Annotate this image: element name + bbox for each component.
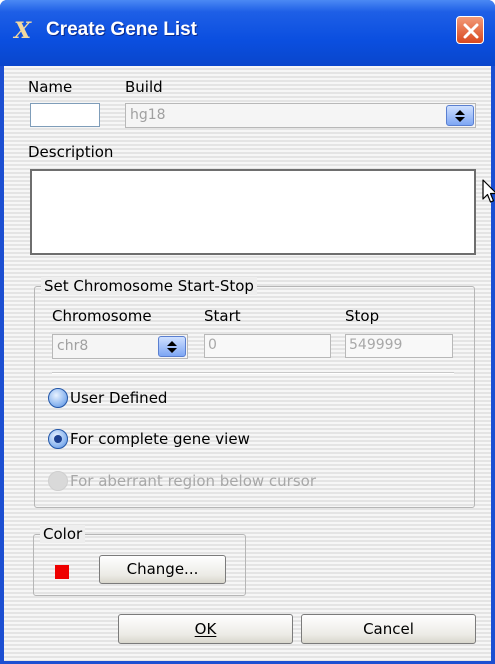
aberrant-region-label: For aberrant region below cursor: [70, 472, 316, 490]
description-textarea[interactable]: [30, 169, 476, 255]
cancel-button[interactable]: Cancel: [301, 614, 476, 644]
change-color-button[interactable]: Change...: [99, 555, 226, 584]
window-title: Create Gene List: [46, 19, 197, 40]
aberrant-region-radio: [48, 471, 68, 491]
name-label: Name: [28, 78, 73, 96]
chromosome-select[interactable]: chr8: [52, 334, 188, 359]
app-logo-icon: X: [14, 18, 32, 44]
close-button[interactable]: [456, 16, 484, 44]
close-icon: [463, 23, 479, 39]
title-bar[interactable]: X Create Gene List: [0, 0, 495, 66]
build-label: Build: [125, 78, 163, 96]
stop-value: 549999: [349, 337, 403, 353]
build-select[interactable]: hg18: [125, 103, 476, 128]
chromosome-group-title: Set Chromosome Start-Stop: [41, 277, 257, 295]
color-group-title: Color: [40, 525, 86, 543]
color-swatch: [55, 565, 69, 579]
mouse-pointer-icon: [482, 179, 495, 203]
complete-gene-view-label: For complete gene view: [70, 430, 250, 448]
user-defined-option[interactable]: User Defined: [48, 386, 167, 410]
start-value: 0: [208, 337, 217, 353]
complete-gene-view-radio[interactable]: [48, 429, 68, 449]
aberrant-region-option: For aberrant region below cursor: [48, 469, 316, 493]
build-value: hg18: [130, 107, 166, 123]
name-input[interactable]: [30, 103, 100, 127]
spinner-arrows-icon[interactable]: [446, 105, 474, 126]
stop-label: Stop: [345, 307, 380, 325]
chromosome-label: Chromosome: [52, 307, 152, 325]
group-separator: [52, 372, 454, 374]
start-label: Start: [204, 307, 241, 325]
description-label: Description: [28, 143, 114, 161]
dialog-body: Name Build hg18 Description Set Chromoso…: [4, 66, 495, 661]
complete-gene-view-option[interactable]: For complete gene view: [48, 427, 250, 451]
start-input[interactable]: 0: [204, 334, 331, 358]
user-defined-label: User Defined: [70, 389, 168, 407]
cancel-label: Cancel: [363, 620, 414, 638]
ok-button[interactable]: OK: [118, 614, 293, 644]
chromosome-value: chr8: [57, 338, 89, 354]
dialog-window: X Create Gene List Name Build hg18 Descr…: [0, 0, 495, 664]
spinner-arrows-icon[interactable]: [158, 336, 186, 357]
ok-label: OK: [194, 620, 217, 638]
stop-input[interactable]: 549999: [345, 334, 453, 358]
user-defined-radio[interactable]: [48, 388, 68, 408]
